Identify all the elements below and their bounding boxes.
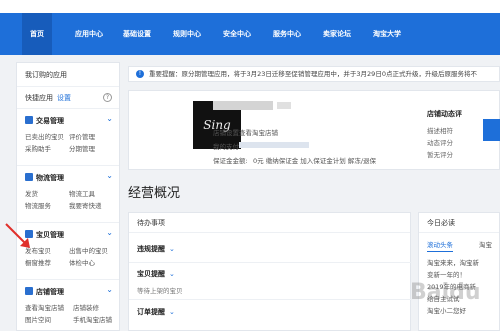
sidebar: 我订购的应用 快捷应用 设置 ? 交易管理 ⌄ 已卖出的宝贝 评价管理 采购助手 … [16,62,120,331]
no-score-text: 暂无评分 [427,151,453,159]
dynamic-score-label: 动态评分 [427,139,453,147]
chevron-down-icon: ⌄ [169,245,175,253]
sidebar-link[interactable]: 手机淘宝店铺 [73,314,112,324]
shop-settings-link[interactable]: 店铺设置 [213,127,239,137]
news-title: 今日必读 [419,213,499,233]
help-icon[interactable]: ? [103,93,112,102]
score-bar [483,119,500,141]
sidebar-link[interactable]: 体检中心 [69,257,95,267]
sidebar-group-title-text: 物流管理 [36,174,64,182]
nav-seller-forum[interactable]: 卖家论坛 [323,27,351,41]
shop-name-redacted [277,102,291,109]
notice-banner[interactable]: ! 重要提醒：原分期管理应用，将于3月23日迁移至促销管理应用中，并于3月29日… [128,66,500,82]
sidebar-link[interactable]: 我要寄快递 [69,200,102,210]
desc-match-label: 描述相符 [427,127,453,135]
chevron-down-icon[interactable]: ⌄ [106,285,113,294]
news-item[interactable]: 淘宝来来，淘宝新 [427,257,479,267]
nav-app-center[interactable]: 应用中心 [75,27,103,41]
store-icon [25,287,33,295]
quick-apps-row: 快捷应用 设置 ? [17,87,119,109]
waiting-listing-link[interactable]: 等待上架的宝贝 [137,285,183,295]
deposit-links[interactable]: 0元 缴纳保证金 加入保证金计划 解冻/退保 [253,155,376,165]
baidu-watermark: Baidu [410,280,481,305]
sidebar-link[interactable]: 店铺装修 [73,302,99,312]
truck-icon [25,173,33,181]
deposit-label: 保证金金额: [213,157,248,165]
sidebar-link[interactable]: 评价管理 [69,131,95,141]
sidebar-group-title[interactable]: 物流管理 [25,173,64,183]
todo-title: 待办事项 [129,213,410,233]
chevron-down-icon[interactable]: ⌄ [106,114,113,123]
divider [129,262,412,263]
sidebar-group-title[interactable]: 交易管理 [25,116,64,126]
my-apps-link[interactable]: 我订购的应用 [17,63,119,87]
chevron-down-icon[interactable]: ⌄ [106,171,113,180]
view-shop-link[interactable]: 查看淘宝店铺 [239,127,278,137]
violation-reminder-label: 违规提醒 [137,245,165,253]
sidebar-link[interactable]: 分期管理 [69,143,95,153]
sidebar-group-title[interactable]: 店铺管理 [25,287,64,297]
main-navigation: 首页 应用中心 基础设置 规则中心 安全中心 服务中心 卖家论坛 淘宝大学 [0,13,500,55]
violation-reminder[interactable]: 违规提醒 ⌄ [137,244,175,254]
quick-apps-label: 快捷应用 [25,94,53,102]
nav-home[interactable]: 首页 [22,13,52,55]
nav-taobao-university[interactable]: 淘宝大学 [373,27,401,41]
chevron-down-icon[interactable]: ⌄ [106,228,113,237]
item-reminder[interactable]: 宝贝提醒 ⌄ [137,269,175,279]
shop-info-card: Sing 店铺设置 查看淘宝店铺 我的支付 保证金金额: 0元 缴纳保证金 加入… [128,90,500,170]
notice-text: 重要提醒：原分期管理应用，将于3月23日迁移至促销管理应用中，并于3月29日0点… [149,70,477,78]
shop-dynamic-score-title: 店铺动态评 [427,110,462,118]
chevron-down-icon: ⌄ [169,270,175,278]
my-payment-label: 我的支付 [213,143,239,151]
news-item[interactable]: 淘宝小二您好 [427,305,466,315]
info-icon: ! [136,70,144,78]
nav-rule-center[interactable]: 规则中心 [173,27,201,41]
tab-scrolling-headlines[interactable]: 滚动头条 [427,239,453,252]
nav-service-center[interactable]: 服务中心 [273,27,301,41]
tab-taobao[interactable]: 淘宝 [479,239,492,249]
todo-panel: 待办事项 违规提醒 ⌄ 宝贝提醒 ⌄ 等待上架的宝贝 订单提醒 ⌄ [128,212,412,331]
sidebar-group-logistics: 物流管理 ⌄ 发货 物流工具 物流服务 我要寄快递 [17,166,119,223]
sidebar-link[interactable]: 物流工具 [69,188,95,198]
divider [129,299,412,300]
sidebar-link[interactable]: 橱窗推荐 [25,257,51,267]
sidebar-group-title-text: 交易管理 [36,117,64,125]
sidebar-link[interactable]: 采购助手 [25,143,51,153]
nav-security-center[interactable]: 安全中心 [223,27,251,41]
top-strip [0,0,500,13]
sidebar-link[interactable]: 图片空间 [25,314,51,324]
shop-name-redacted [213,101,273,110]
order-reminder-label: 订单提醒 [137,308,165,316]
nav-basic-settings[interactable]: 基础设置 [123,27,151,41]
payment-redacted [239,142,309,148]
chevron-down-icon: ⌄ [169,308,175,316]
sidebar-group-title-text: 宝贝管理 [36,231,64,239]
sidebar-group-title-text: 店铺管理 [36,288,64,296]
sidebar-group-trade: 交易管理 ⌄ 已卖出的宝贝 评价管理 采购助手 分期管理 [17,109,119,166]
sidebar-link[interactable]: 出售中的宝贝 [69,245,108,255]
item-reminder-label: 宝贝提醒 [137,270,165,278]
sidebar-link[interactable]: 发货 [25,188,38,198]
news-item[interactable]: 变新一年的！ [427,269,466,279]
sidebar-link[interactable]: 已卖出的宝贝 [25,131,64,141]
quick-apps-settings-link[interactable]: 设置 [57,94,71,102]
sidebar-group-shop: 店铺管理 ⌄ 查看淘宝店铺 店铺装修 图片空间 手机淘宝店铺 [17,280,119,331]
red-arrow-annotation [5,223,30,248]
order-reminder[interactable]: 订单提醒 ⌄ [137,307,175,317]
sidebar-link[interactable]: 查看淘宝店铺 [25,302,64,312]
today-must-read-panel: 今日必读 滚动头条 淘宝 淘宝来来，淘宝新 变新一年的！ 2019年的电商新 给… [418,212,500,331]
overview-title: 经营概况 [128,186,181,201]
trade-icon [25,116,33,124]
sidebar-link[interactable]: 物流服务 [25,200,51,210]
